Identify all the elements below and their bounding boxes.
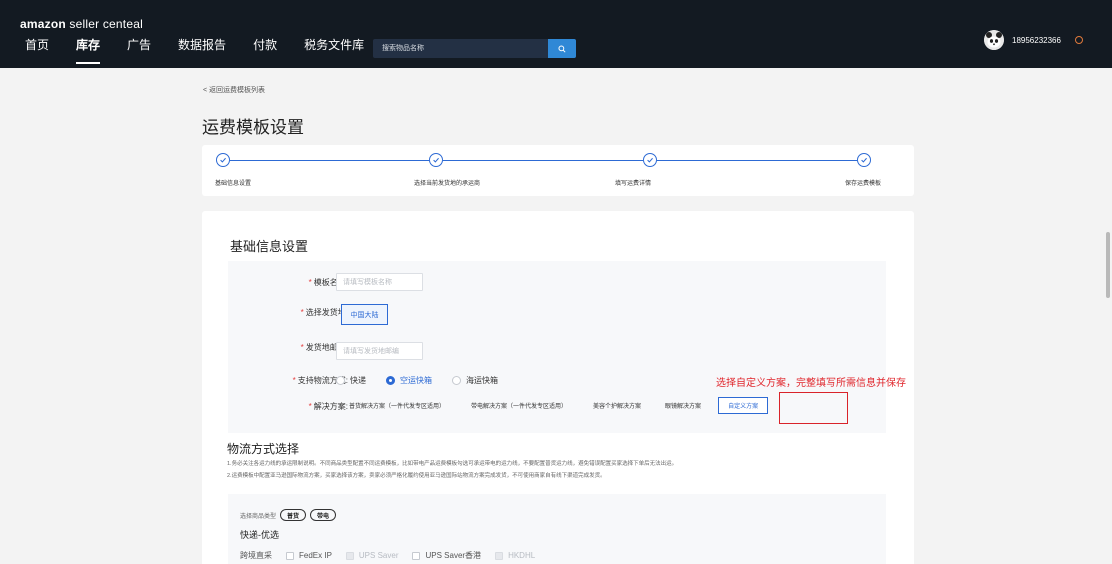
page-title: 运费模板设置 [202,118,304,137]
logistics-panel: 选择商品类型 普货 带电 快递-优选 跨境直采 FedEx IP UPS Sav… [228,494,886,564]
step-1-check-icon [216,153,230,167]
step-4-check-icon [857,153,871,167]
goods-type-battery-tag[interactable]: 带电 [310,509,337,521]
solution-general-button[interactable]: 普货解决方案（一件代发专区适用） [340,397,454,414]
solution-options: 普货解决方案（一件代发专区适用） 带电解决方案（一件代发专区适用） 美容个护解决… [340,397,769,414]
back-to-template-list-link[interactable]: < 返回运费模板列表 [203,85,265,95]
step-connector [443,160,643,161]
step-3-check-icon [643,153,657,167]
carrier-fedex-ip-checkbox[interactable]: FedEx IP [286,551,332,560]
step-2-label: 选择当前发货地的承运商 [414,181,481,187]
basic-info-title: 基础信息设置 [230,239,309,254]
page-scrollbar[interactable] [1106,232,1110,298]
logo-text: seller centeal [65,17,143,31]
step-4-label: 保存运费模板 [845,181,882,187]
annotation-text: 选择自定义方案，完整填写所需信息并保存 [716,378,906,389]
logistics-title: 物流方式选择 [227,442,300,456]
user-menu[interactable]: 18956232366 [984,30,1083,50]
logo-brand: amazon [20,17,66,31]
nav-advertising[interactable]: 广告 [127,38,151,64]
method-radio-group: 快递 空运快箱 海运快箱 [336,375,518,386]
nav-home[interactable]: 首页 [25,38,49,64]
username: 18956232366 [1012,35,1061,45]
method-express-radio[interactable]: 快递 [336,375,366,386]
annotation-highlight-box [779,392,848,424]
top-navigation-bar: amazon seller centeal 首页 库存 广告 数据报告 付款 税… [0,0,1112,68]
settings-icon[interactable] [1074,36,1083,44]
goods-type-row: 选择商品类型 普货 带电 [240,509,337,521]
avatar[interactable] [984,30,1004,50]
logistics-note-1: 1.务必关注各运力线的承运限制说明。不同商品类型配置不同运费模板，比如带电产品运… [227,461,678,467]
logistics-note-2: 2.运费模板中配置亚马逊国际物流方案，买家选择该方案，卖家必须严格化履约使用亚马… [227,473,606,479]
carrier-ups-saver-checkbox[interactable]: UPS Saver [345,551,398,560]
solution-glasses-button[interactable]: 眼镜解决方案 [656,397,710,414]
progress-steps: 基础信息设置 选择当前发货地的承运商 填写运费详情 保存运费模板 [202,145,914,196]
solution-battery-button[interactable]: 带电解决方案（一件代发专区适用） [462,397,576,414]
goods-type-label: 选择商品类型 [240,513,277,520]
solution-custom-button[interactable]: 自定义方案 [718,397,769,414]
goods-type-general-tag[interactable]: 普货 [280,509,307,521]
nav-payments[interactable]: 付款 [253,38,277,64]
search-bar [373,39,576,58]
nav-reports[interactable]: 数据报告 [178,38,226,64]
main-nav: 首页 库存 广告 数据报告 付款 税务文件库 [25,38,391,64]
ship-from-china-button[interactable]: 中国大陆 [341,304,388,325]
carrier-ups-saver-hk-checkbox[interactable]: UPS Saver香港 [412,550,481,561]
search-icon [558,44,566,53]
step-connector [230,160,429,161]
preferred-express-title: 快递-优选 [240,530,279,540]
postcode-input[interactable] [336,342,423,360]
panda-avatar-icon [984,30,1004,50]
method-air-radio[interactable]: 空运快箱 [386,375,432,386]
solution-beauty-button[interactable]: 美容个护解决方案 [584,397,650,414]
step-2-check-icon [429,153,443,167]
search-input[interactable] [373,39,548,58]
step-connector [657,160,857,161]
template-name-input[interactable] [336,273,423,291]
amazon-seller-logo[interactable]: amazon seller centeal [20,17,143,31]
carrier-hkdhl-checkbox[interactable]: HKDHL [495,551,535,560]
step-1-label: 基础信息设置 [215,181,252,187]
carrier-row-label: 跨境直采 [240,551,272,560]
step-3-label: 填写运费详情 [615,181,652,187]
search-button[interactable] [548,39,576,58]
nav-inventory[interactable]: 库存 [76,38,101,64]
nav-tax-library[interactable]: 税务文件库 [304,38,364,64]
carrier-row: 跨境直采 FedEx IP UPS Saver UPS Saver香港 HKDH… [240,550,535,561]
method-sea-radio[interactable]: 海运快箱 [452,375,498,386]
